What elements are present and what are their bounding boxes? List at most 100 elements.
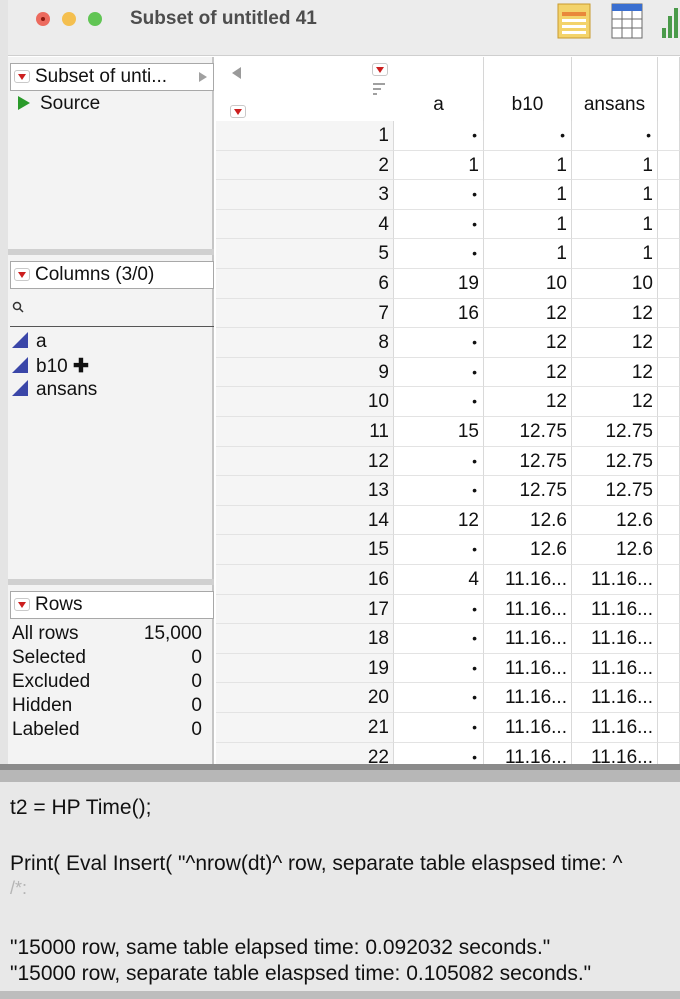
- formula-icon[interactable]: ✚: [73, 356, 89, 377]
- cell-a[interactable]: •: [394, 683, 484, 713]
- table-row[interactable]: 8 • 12 12: [216, 328, 680, 358]
- cell-b10[interactable]: 12: [484, 298, 572, 329]
- row-number[interactable]: 7: [216, 298, 394, 329]
- cell-ansans[interactable]: 1: [572, 150, 658, 181]
- disclosure-arrow-icon[interactable]: [199, 72, 207, 82]
- cell-a[interactable]: 1: [394, 150, 484, 181]
- row-number[interactable]: 5: [216, 239, 394, 269]
- table-row[interactable]: 18 • 11.16... 11.16...: [216, 624, 680, 654]
- column-item-b10[interactable]: b10 ✚: [12, 355, 97, 379]
- column-header-a[interactable]: a: [394, 57, 484, 121]
- cell-ansans[interactable]: 11.16...: [572, 594, 658, 625]
- rows-item-hidden[interactable]: Hidden 0: [12, 695, 202, 719]
- cell-a[interactable]: •: [394, 328, 484, 358]
- table-panel-header[interactable]: Subset of unti...: [10, 63, 214, 91]
- cell-a[interactable]: •: [394, 121, 484, 151]
- row-number[interactable]: 13: [216, 476, 394, 506]
- row-number[interactable]: 10: [216, 387, 394, 417]
- data-grid-icon[interactable]: [610, 2, 646, 42]
- cell-b10[interactable]: 11.16...: [484, 713, 572, 743]
- row-number[interactable]: 18: [216, 624, 394, 654]
- row-number[interactable]: 3: [216, 180, 394, 210]
- cell-b10[interactable]: 12.75: [484, 476, 572, 506]
- script-line[interactable]: Print( Eval Insert( "^nrow(dt)^ row, sep…: [10, 852, 622, 876]
- log-output-line[interactable]: "15000 row, separate table elaspsed time…: [10, 962, 591, 986]
- cell-ansans[interactable]: 12.75: [572, 446, 658, 477]
- cell-a[interactable]: •: [394, 387, 484, 417]
- cell-ansans[interactable]: 12.6: [572, 505, 658, 536]
- cell-b10[interactable]: 11.16...: [484, 653, 572, 684]
- cell-a[interactable]: •: [394, 239, 484, 269]
- empty-cell[interactable]: [658, 446, 680, 477]
- distribution-icon[interactable]: [658, 2, 680, 42]
- empty-cell[interactable]: [658, 505, 680, 536]
- table-row[interactable]: 21 • 11.16... 11.16...: [216, 713, 680, 743]
- cell-ansans[interactable]: 12: [572, 387, 658, 417]
- empty-cell[interactable]: [658, 150, 680, 181]
- cell-a[interactable]: •: [394, 476, 484, 506]
- row-number[interactable]: 19: [216, 653, 394, 684]
- row-number[interactable]: 21: [216, 713, 394, 743]
- row-number[interactable]: 17: [216, 594, 394, 625]
- empty-cell[interactable]: [658, 653, 680, 684]
- minimize-window-button[interactable]: [62, 12, 76, 26]
- cell-a[interactable]: •: [394, 624, 484, 654]
- cell-ansans[interactable]: 11.16...: [572, 683, 658, 713]
- rows-panel-header[interactable]: Rows: [10, 591, 214, 619]
- cell-b10[interactable]: 1: [484, 150, 572, 181]
- cell-b10[interactable]: 11.16...: [484, 565, 572, 595]
- cell-b10[interactable]: 12: [484, 387, 572, 417]
- empty-cell[interactable]: [658, 121, 680, 151]
- row-number[interactable]: 16: [216, 565, 394, 595]
- cell-b10[interactable]: 1: [484, 209, 572, 240]
- row-number[interactable]: 2: [216, 150, 394, 181]
- cell-b10[interactable]: 12: [484, 328, 572, 358]
- cell-ansans[interactable]: 10: [572, 269, 658, 299]
- empty-cell[interactable]: [658, 328, 680, 358]
- empty-cell[interactable]: [658, 269, 680, 299]
- empty-cell[interactable]: [658, 298, 680, 329]
- maximize-window-button[interactable]: [88, 12, 102, 26]
- cell-b10[interactable]: •: [484, 121, 572, 151]
- cell-a[interactable]: •: [394, 180, 484, 210]
- empty-cell[interactable]: [658, 357, 680, 388]
- collapse-panel-icon[interactable]: [232, 67, 241, 79]
- empty-cell[interactable]: [658, 209, 680, 240]
- close-window-button[interactable]: [36, 12, 50, 26]
- log-output-line[interactable]: "15000 row, same table elapsed time: 0.0…: [10, 936, 550, 960]
- columns-panel-header[interactable]: Columns (3/0): [10, 261, 214, 289]
- column-item-ansans[interactable]: ansans: [12, 379, 97, 403]
- empty-cell[interactable]: [658, 535, 680, 565]
- table-row[interactable]: 5 • 1 1: [216, 239, 680, 269]
- cell-ansans[interactable]: 12.6: [572, 535, 658, 565]
- cell-b10[interactable]: 12.75: [484, 417, 572, 447]
- table-row[interactable]: 6 19 10 10: [216, 269, 680, 299]
- table-row[interactable]: 15 • 12.6 12.6: [216, 535, 680, 565]
- column-header-b10[interactable]: b10: [484, 57, 572, 121]
- cell-ansans[interactable]: 12: [572, 357, 658, 388]
- empty-cell[interactable]: [658, 387, 680, 417]
- cell-ansans[interactable]: 11.16...: [572, 565, 658, 595]
- cell-b10[interactable]: 12.6: [484, 505, 572, 536]
- cell-b10[interactable]: 11.16...: [484, 624, 572, 654]
- red-triangle-menu-icon[interactable]: [230, 105, 246, 118]
- cell-a[interactable]: •: [394, 594, 484, 625]
- cell-b10[interactable]: 11.16...: [484, 594, 572, 625]
- script-editor[interactable]: t2 = HP Time(); Print( Eval Insert( "^nr…: [0, 782, 680, 999]
- rows-item-selected[interactable]: Selected 0: [12, 647, 202, 671]
- empty-cell[interactable]: [658, 417, 680, 447]
- cell-b10[interactable]: 1: [484, 239, 572, 269]
- run-script-icon[interactable]: [18, 96, 30, 110]
- cell-ansans[interactable]: 11.16...: [572, 624, 658, 654]
- empty-cell[interactable]: [658, 565, 680, 595]
- red-triangle-menu-icon[interactable]: [14, 268, 30, 281]
- table-row[interactable]: 4 • 1 1: [216, 209, 680, 240]
- column-search-input[interactable]: [10, 293, 214, 327]
- table-row[interactable]: 11 15 12.75 12.75: [216, 417, 680, 447]
- cell-ansans[interactable]: 11.16...: [572, 653, 658, 684]
- cell-ansans[interactable]: 12: [572, 328, 658, 358]
- empty-cell[interactable]: [658, 239, 680, 269]
- cell-a[interactable]: •: [394, 713, 484, 743]
- cell-a[interactable]: 15: [394, 417, 484, 447]
- row-number[interactable]: 15: [216, 535, 394, 565]
